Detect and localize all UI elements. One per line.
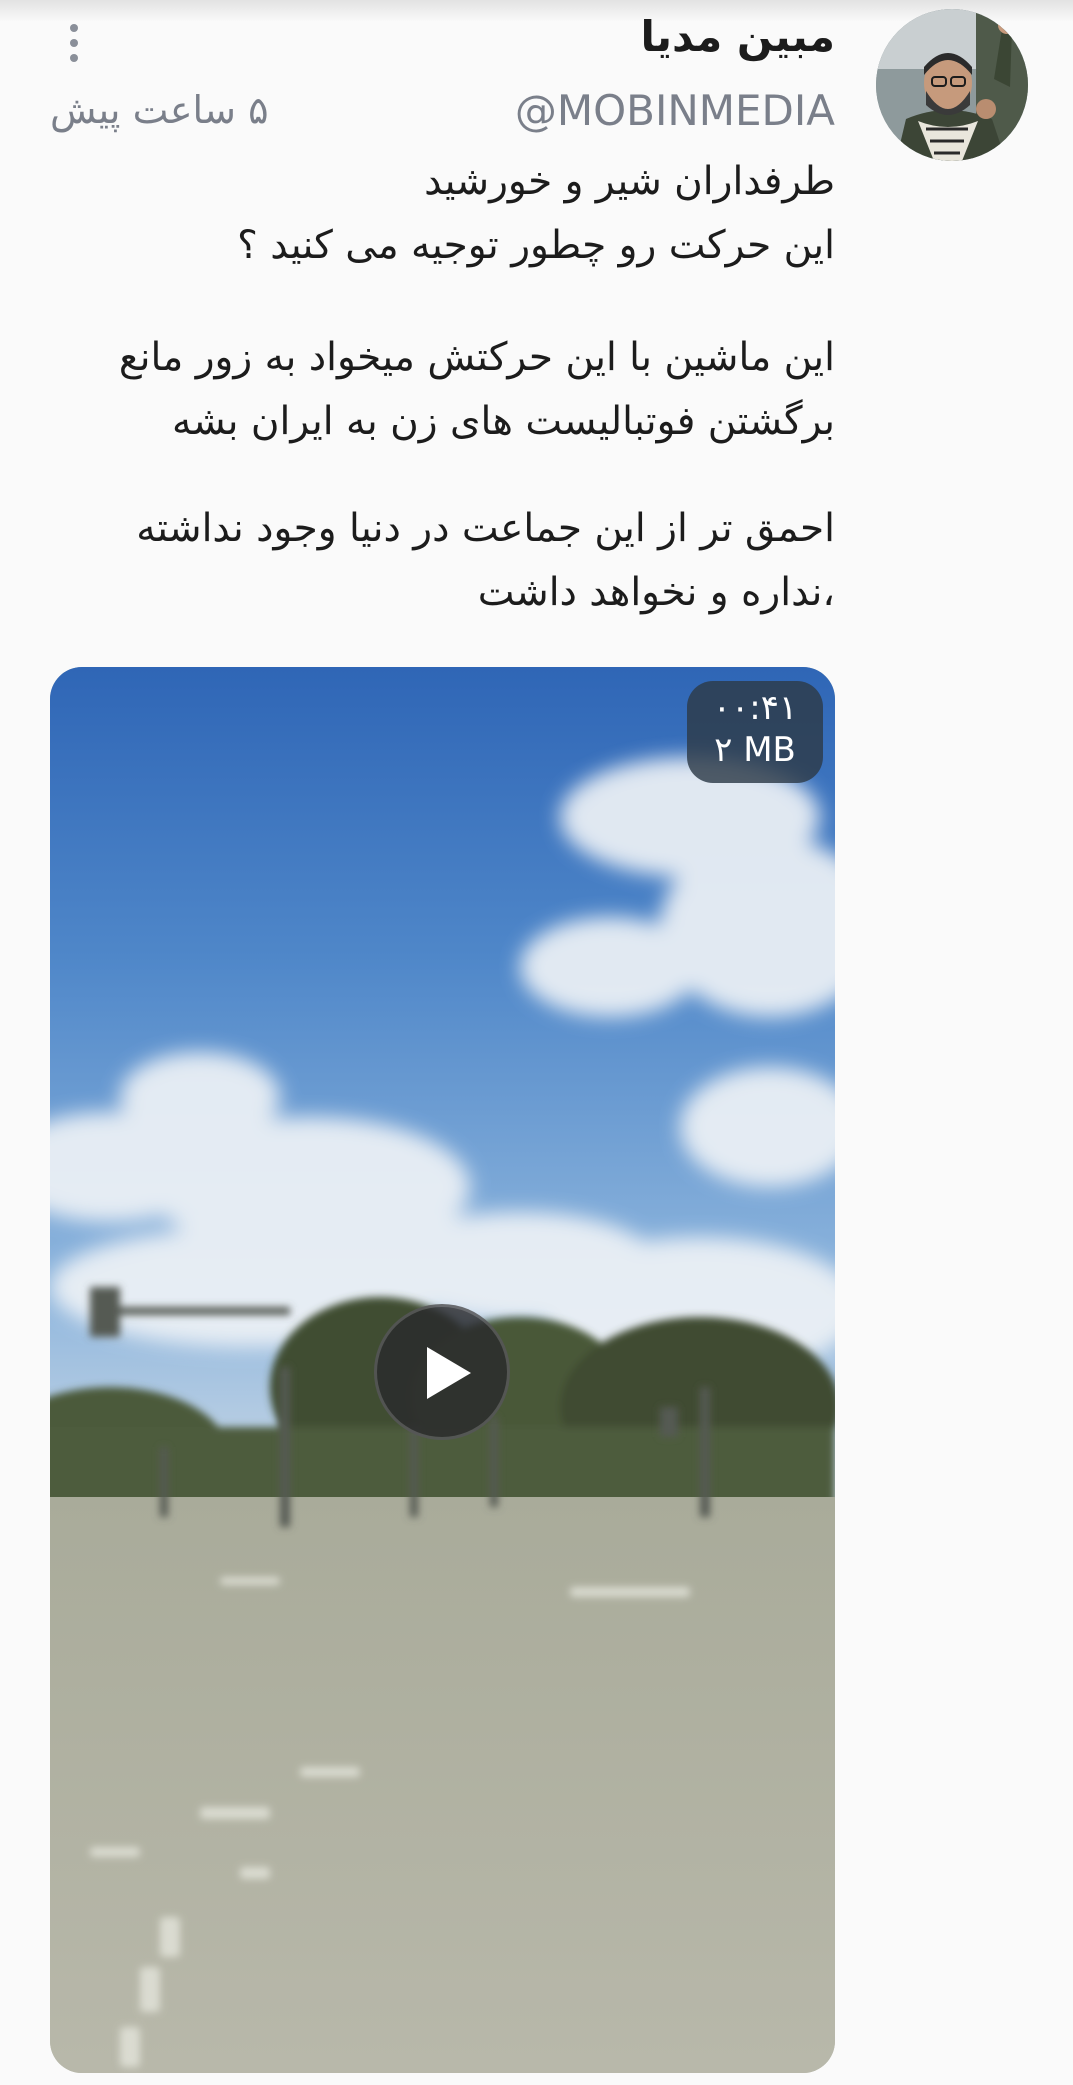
post-text-paragraph-3: احمق تر از این جماعت در دنیا وجود نداشته… — [45, 497, 835, 625]
author-avatar[interactable] — [876, 9, 1028, 161]
play-button[interactable] — [374, 1304, 510, 1440]
author-handle[interactable]: @MOBINMEDIA — [515, 86, 835, 135]
video-duration: ۰۰:۴۱ — [712, 688, 798, 728]
post-text-line: ،نداره و نخواهد داشت — [477, 570, 835, 615]
post-text-line: این حرکت رو چطور توجیه می کنید ؟ — [237, 223, 835, 268]
video-size: ۲ MB — [714, 730, 796, 770]
play-icon — [427, 1347, 471, 1399]
post-text-line: طرفداران شیر و خورشید — [424, 159, 835, 204]
post-text-line: این ماشین با این حرکتش میخواد به زور مان… — [118, 335, 835, 380]
video-info-badge: ۰۰:۴۱ ۲ MB — [687, 681, 823, 783]
more-dot — [70, 54, 78, 62]
video-thumbnail[interactable]: ۰۰:۴۱ ۲ MB — [50, 667, 835, 2073]
post-text-paragraph-2: این ماشین با این حرکتش میخواد به زور مان… — [45, 326, 835, 454]
author-display-name[interactable]: مبین مدیا — [640, 12, 835, 61]
post-text-line: برگشتن فوتبالیست های زن به ایران بشه — [171, 399, 835, 444]
more-dot — [70, 39, 78, 47]
post-card: مبین مدیا @MOBINMEDIA ۵ ساعت پیش طرفدارا… — [0, 0, 1073, 2085]
post-text-paragraph-1: طرفداران شیر و خورشید این حرکت رو چطور ت… — [45, 150, 835, 278]
post-text-line: احمق تر از این جماعت در دنیا وجود نداشته — [136, 506, 835, 551]
more-dot — [70, 24, 78, 32]
more-options-icon[interactable] — [58, 18, 90, 68]
post-timestamp: ۵ ساعت پیش — [50, 88, 269, 132]
